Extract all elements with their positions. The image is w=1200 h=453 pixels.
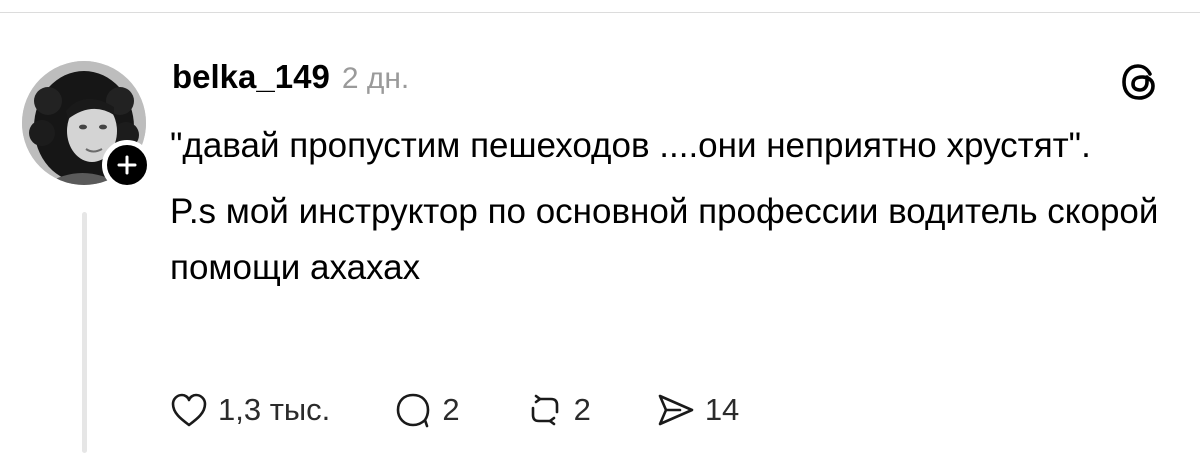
- like-count: 1,3 тыс.: [218, 392, 331, 427]
- repost-icon: [531, 394, 558, 426]
- comment-bubble-icon: [397, 393, 430, 428]
- send-icon: [658, 394, 694, 426]
- post-header: belka_149 2 дн.: [172, 58, 409, 98]
- repost-count: 2: [573, 392, 591, 427]
- post-body: "давай пропустим пешеходов ....они непри…: [170, 118, 1160, 296]
- username[interactable]: belka_149: [172, 58, 330, 96]
- threads-logo-icon: [1122, 64, 1155, 100]
- comment-button[interactable]: 2: [392, 389, 460, 431]
- follow-button[interactable]: [102, 140, 152, 190]
- comment-count: 2: [442, 392, 460, 427]
- repost-button[interactable]: 2: [524, 389, 591, 431]
- post-time: 2 дн.: [341, 62, 410, 95]
- share-count: 14: [704, 392, 740, 427]
- like-button[interactable]: 1,3 тыс.: [168, 389, 330, 431]
- heart-icon: [171, 393, 207, 427]
- post-text-line-2: P.s мой инструктор по основной профессии…: [170, 192, 1159, 287]
- post-text-line-1: "давай пропустим пешеходов ....они непри…: [170, 126, 1091, 165]
- plus-icon: [117, 155, 137, 175]
- action-bar: 1,3 тыс. 2 2 14: [168, 386, 739, 434]
- share-button[interactable]: 14: [655, 389, 739, 431]
- top-divider: [0, 12, 1200, 13]
- thread-line: [82, 212, 87, 453]
